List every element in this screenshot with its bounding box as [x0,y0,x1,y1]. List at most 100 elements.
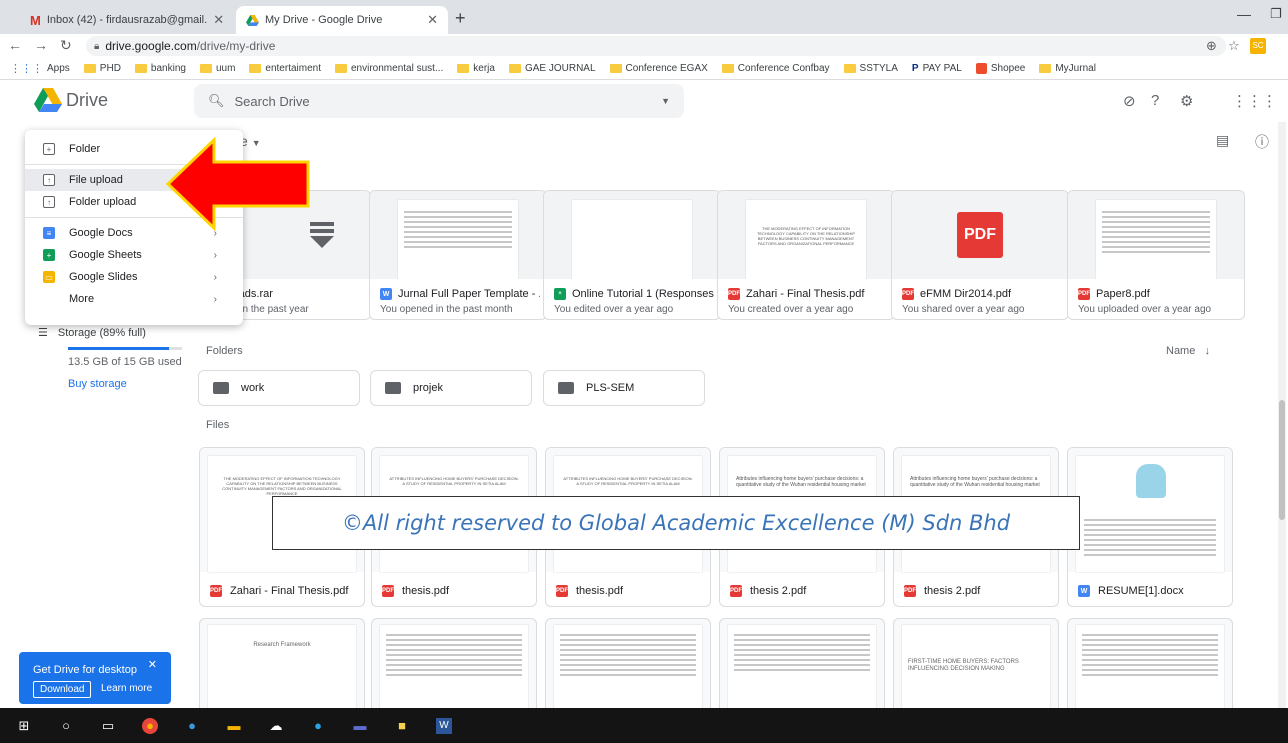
quick-access-card[interactable]: W Jurnal Full Paper Template - ... You op… [369,190,547,320]
file-activity: You opened in the past month [380,304,513,315]
new-tab-icon[interactable]: + [455,8,466,29]
task-view-icon[interactable]: ▭ [100,718,116,734]
offline-icon[interactable]: ⊘ [1123,92,1136,110]
learn-more-link[interactable]: Learn more [101,683,152,694]
telegram-icon[interactable]: ● [310,718,326,734]
bookmark-uum[interactable]: uum [199,63,235,74]
bookmark-apps[interactable]: ⋮⋮⋮ Apps [10,62,70,75]
file-thumbnail [544,191,720,279]
folder-icon [843,64,856,73]
sort-direction-icon: ↓ [1204,345,1211,357]
quick-access-card[interactable]: THE MODERATING EFFECT OF INFORMATION TEC… [717,190,895,320]
scrollbar-thumb[interactable] [1279,400,1285,520]
document-preview [1076,625,1224,708]
bookmark-entertaiment[interactable]: entertaiment [249,63,321,74]
files-heading: Files [206,419,230,431]
forward-icon[interactable]: → [34,37,48,53]
sort-button[interactable]: Name ↓ [1166,345,1210,357]
bookmark-sstyla[interactable]: SSTYLA [843,63,898,74]
file-card[interactable] [1067,618,1233,708]
document-preview [554,625,702,708]
bookmark-gae-journal[interactable]: GAE JOURNAL [508,63,596,74]
sticky-notes-icon[interactable]: ■ [394,718,410,734]
menu-item-google-sheets[interactable]: + Google Sheets › [25,244,243,266]
folder-item-pls-sem[interactable]: PLS-SEM [543,370,705,406]
windows-start-icon[interactable]: ⊞ [16,718,32,734]
folder-icon [83,64,96,73]
file-name: RESUME[1].docx [1098,585,1184,597]
menu-item-google-slides[interactable]: ▭ Google Slides › [25,266,243,288]
close-icon[interactable]: ✕ [148,658,157,671]
close-tab-icon[interactable]: ✕ [427,12,438,28]
bookmark-phd[interactable]: PHD [83,63,121,74]
bookmark-shopee[interactable]: Shopee [975,63,1025,74]
bookmark-environmental[interactable]: environmental sust... [335,63,443,74]
folder-icon [249,64,262,73]
chrome-icon[interactable]: ● [142,717,158,734]
extension-icon[interactable]: SC [1250,38,1266,54]
search-options-icon[interactable]: ▼ [661,96,670,106]
drive-logo-icon[interactable] [34,88,62,112]
edge-icon[interactable]: ● [184,718,200,734]
buy-storage-link[interactable]: Buy storage [68,378,198,390]
file-upload-icon: ↑ [43,174,55,186]
add-icon[interactable]: ⊕ [1206,38,1217,54]
bookmark-kerja[interactable]: kerja [457,63,495,74]
settings-icon[interactable]: ⚙ [1180,92,1193,110]
search-icon[interactable]: ○ [58,718,74,734]
file-name: Online Tutorial 1 (Responses) [572,288,714,300]
folder-item-work[interactable]: work [198,370,360,406]
bookmark-conference-egax[interactable]: Conference EGAX [609,63,708,74]
restore-icon[interactable]: ❐ [1270,6,1282,22]
word-app-icon[interactable]: W [436,717,452,734]
file-card[interactable]: W RESUME[1].docx [1067,447,1233,607]
app-icon[interactable]: ▬ [352,718,368,734]
star-icon[interactable]: ☆ [1228,38,1240,54]
tab-gmail[interactable]: M Inbox (42) - firdausrazab@gmail. ✕ [20,6,234,34]
list-view-icon[interactable]: ▤ [1216,132,1229,149]
browser-tab-strip: M Inbox (42) - firdausrazab@gmail. ✕ My … [0,0,1288,34]
close-tab-icon[interactable]: ✕ [213,12,224,28]
menu-item-more[interactable]: More › [25,288,243,310]
address-toolbar: ← → ↻ 🔒︎ drive.google.com/drive/my-drive… [0,34,1288,58]
search-input[interactable]: 🔍︎ Search Drive ▼ [194,84,684,118]
storage-fill [68,347,170,350]
file-name: thesis.pdf [576,585,624,597]
back-icon[interactable]: ← [8,37,22,53]
bookmark-conference-confbay[interactable]: Conference Confbay [721,63,830,74]
file-explorer-icon[interactable]: ▬ [226,718,242,734]
drive-logo-text[interactable]: Drive [66,90,108,111]
file-thumbnail [1068,191,1244,279]
file-card[interactable] [719,618,885,708]
search-icon[interactable]: 🔍︎ [208,93,225,109]
reload-icon[interactable]: ↻ [60,37,72,54]
folder-icon [721,64,734,73]
file-card[interactable]: FIRST-TIME HOME BUYERS: FACTORS INFLUENC… [893,618,1059,708]
download-button[interactable]: Download [33,681,92,698]
folder-icon [609,64,622,73]
folder-icon [335,64,347,73]
file-card[interactable] [371,618,537,708]
info-icon[interactable]: ⓘ [1255,132,1269,152]
quick-access-card[interactable]: PDF PDF eFMM Dir2014.pdf You shared over … [891,190,1069,320]
file-card[interactable] [545,618,711,708]
apps-icon[interactable]: ⋮⋮⋮ [1232,92,1277,110]
storage-label: Storage (89% full) [57,326,146,339]
minimize-icon[interactable]: — [1237,6,1251,22]
quick-access-card[interactable]: + Online Tutorial 1 (Responses) You edite… [543,190,721,320]
file-name: Zahari - Final Thesis.pdf [230,585,349,597]
bookmark-banking[interactable]: banking [134,63,186,74]
url-host: drive.google.com [105,39,197,53]
apps-grid-icon: ⋮⋮⋮ [10,63,43,75]
pdf-icon: PDF [730,585,742,597]
folder-item-projek[interactable]: projek [370,370,532,406]
quick-access-card[interactable]: PDF Paper8.pdf You uploaded over a year a… [1067,190,1245,320]
url-bar[interactable]: 🔒︎ drive.google.com/drive/my-drive [86,36,1226,56]
cloud-icon[interactable]: ☁ [268,718,284,734]
tab-drive[interactable]: My Drive - Google Drive ✕ [236,6,448,34]
help-icon[interactable]: ? [1151,92,1159,109]
file-card[interactable]: Research Framework [199,618,365,708]
bookmark-paypal[interactable]: P PAY PAL [912,63,962,74]
file-activity: You shared over a year ago [902,304,1025,315]
bookmark-myjurnal[interactable]: MyJurnal [1039,63,1096,74]
